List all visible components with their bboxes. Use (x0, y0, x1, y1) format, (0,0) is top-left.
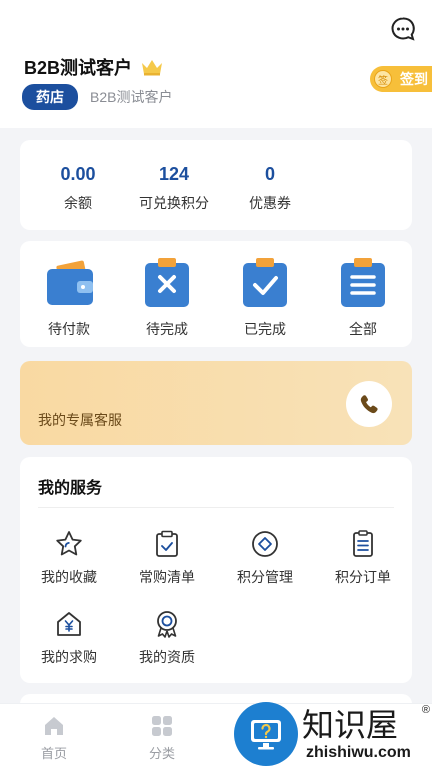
stat-points[interactable]: 124 可兑换积分 (126, 140, 222, 230)
document-icon (353, 530, 373, 557)
stat-label: 余额 (64, 195, 92, 211)
stat-value: 124 (158, 164, 190, 184)
stat-balance[interactable]: 0.00 余额 (30, 140, 126, 230)
order-pending-payment[interactable]: 待付款 (20, 241, 118, 347)
store-tag-row: 药店 B2B测试客户 (22, 84, 172, 110)
monitor-question-icon (251, 720, 281, 750)
service-label: 我的收藏 (41, 569, 97, 585)
user-name: B2B测试客户 (24, 58, 133, 78)
order-label: 全部 (349, 321, 377, 337)
home-icon (45, 717, 63, 735)
watermark-url: zhishiwu.com (306, 744, 411, 761)
service-label: 我的求购 (41, 649, 97, 665)
divider (38, 507, 394, 508)
yen-house-icon (57, 612, 81, 636)
service-frequent-list[interactable]: 常购清单 (118, 529, 216, 587)
order-label: 待付款 (48, 321, 90, 337)
signin-button[interactable]: 签 签到 (370, 66, 432, 92)
service-label: 积分管理 (237, 569, 293, 585)
call-button[interactable] (346, 381, 392, 427)
diamond-circle-icon (252, 531, 278, 557)
order-label: 已完成 (244, 321, 286, 337)
phone-icon (360, 395, 378, 414)
service-favorites[interactable]: 我的收藏 (20, 529, 118, 587)
crown-icon (142, 60, 163, 76)
grid-icon (152, 716, 172, 736)
service-label: 常购清单 (139, 569, 195, 585)
account-stats-card: 0.00 余额 124 可兑换积分 0 优惠券 (20, 140, 412, 230)
wallet-icon (47, 260, 93, 305)
clipboard-list-icon (341, 258, 385, 307)
my-services-card: 我的服务 我的收藏 常购清单 积分管理 积分订单 我的求购 我的资质 (20, 457, 412, 683)
order-completed[interactable]: 已完成 (216, 241, 314, 347)
tab-label: 分类 (148, 746, 175, 761)
service-label: 积分订单 (335, 569, 391, 585)
stat-label: 优惠券 (249, 195, 291, 211)
service-points-management[interactable]: 积分管理 (216, 529, 314, 587)
order-all[interactable]: 全部 (314, 241, 412, 347)
stat-value: 0.00 (60, 164, 96, 184)
stat-coupons[interactable]: 0 优惠券 (222, 140, 318, 230)
profile-header: B2B测试客户 药店 B2B测试客户 签 签到 (0, 0, 432, 128)
tab-label: 首页 (40, 746, 67, 761)
order-pending-completion[interactable]: 待完成 (118, 241, 216, 347)
clipboard-check-icon (156, 530, 178, 557)
stat-label: 可兑换积分 (139, 195, 209, 211)
user-name-row: B2B测试客户 (24, 54, 164, 80)
clipboard-check-icon (243, 258, 287, 307)
service-my-requests[interactable]: 我的求购 (20, 609, 118, 667)
order-label: 待完成 (146, 321, 188, 337)
signin-label: 签到 (400, 71, 428, 87)
message-icon[interactable] (390, 16, 416, 42)
customer-service-banner[interactable]: 我的专属客服 (20, 361, 412, 445)
customer-service-label: 我的专属客服 (38, 412, 122, 428)
badge-icon (157, 611, 177, 638)
watermark-title: 知识屋 (302, 706, 399, 744)
signin-coin-icon: 签 (374, 70, 392, 88)
clipboard-x-icon (145, 258, 189, 307)
store-name: B2B测试客户 (90, 89, 173, 105)
watermark: 知识屋 ® zhishiwu.com (234, 700, 432, 768)
tab-category[interactable]: 分类 (127, 714, 197, 762)
orders-card: 待付款 待完成 已完成 全部 (20, 241, 412, 347)
watermark-logo (234, 702, 298, 766)
registered-mark: ® (421, 704, 430, 716)
service-label: 我的资质 (139, 649, 195, 665)
tab-home[interactable]: 首页 (19, 714, 89, 762)
stat-value: 0 (264, 164, 275, 184)
service-points-orders[interactable]: 积分订单 (314, 529, 412, 587)
store-type-badge: 药店 (22, 84, 78, 110)
star-icon (56, 531, 82, 556)
service-qualifications[interactable]: 我的资质 (118, 609, 216, 667)
services-title: 我的服务 (38, 480, 103, 497)
